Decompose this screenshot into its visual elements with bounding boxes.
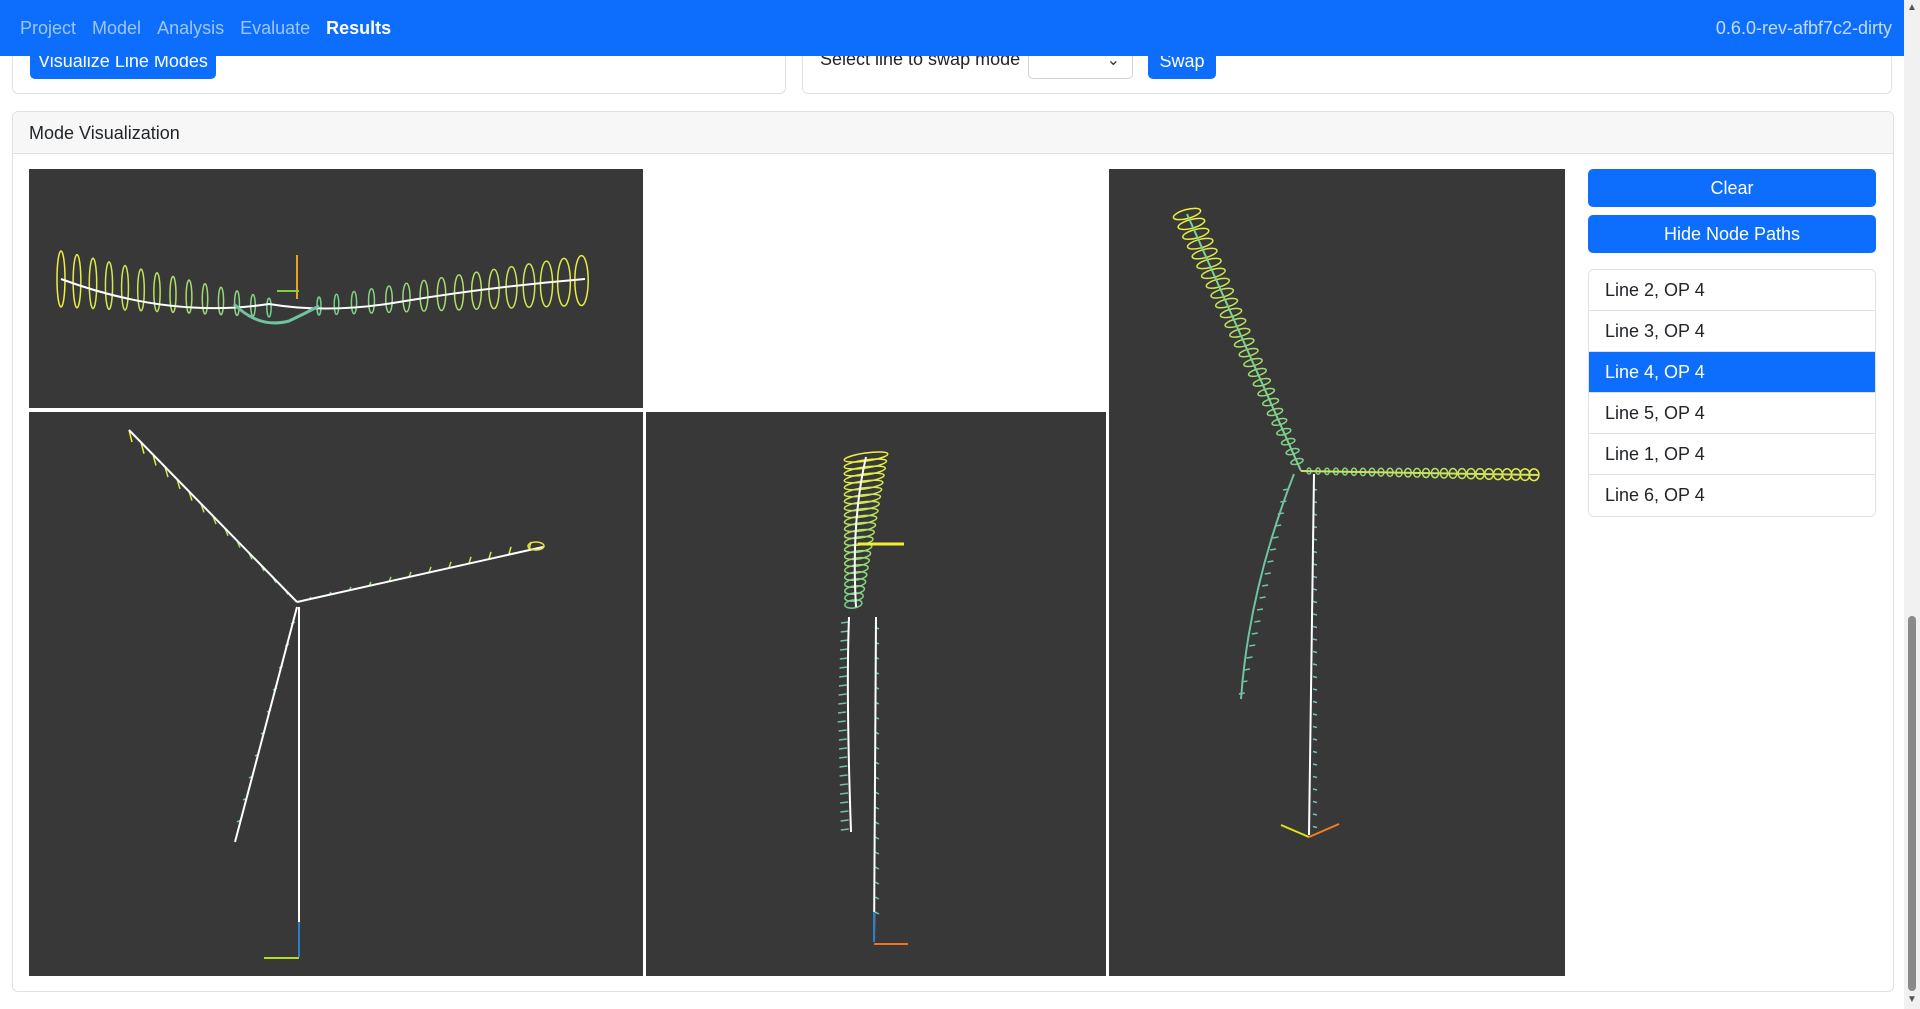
viewport-front-view[interactable] <box>29 412 643 976</box>
clear-button[interactable]: Clear <box>1588 169 1876 207</box>
hide-node-paths-button[interactable]: Hide Node Paths <box>1588 215 1876 253</box>
line-mode-item[interactable]: Line 5, OP 4 <box>1589 393 1875 434</box>
line-mode-item[interactable]: Line 1, OP 4 <box>1589 434 1875 475</box>
side-view-render <box>837 451 908 945</box>
nav-results[interactable]: Results <box>326 18 391 39</box>
mode-visualization-title: Mode Visualization <box>13 112 1893 154</box>
line-mode-list: Line 2, OP 4 Line 3, OP 4 Line 4, OP 4 L… <box>1588 269 1876 517</box>
scroll-down-arrow-icon[interactable]: ▼ <box>1907 994 1917 1005</box>
viewport-iso-view[interactable] <box>1109 169 1565 976</box>
nav-analysis[interactable]: Analysis <box>157 18 224 39</box>
iso-view-render <box>1172 207 1540 838</box>
front-view-render <box>128 429 545 959</box>
line-mode-item[interactable]: Line 2, OP 4 <box>1589 270 1875 311</box>
navbar: Project Model Analysis Evaluate Results … <box>0 0 1904 56</box>
version-label: 0.6.0-rev-afbf7c2-dirty <box>1715 18 1892 38</box>
line-mode-item[interactable]: Line 4, OP 4 <box>1589 352 1875 393</box>
line-mode-item[interactable]: Line 6, OP 4 <box>1589 475 1875 516</box>
viewport-side-view[interactable] <box>646 412 1106 976</box>
page-scrollbar[interactable]: ▲ ▼ <box>1904 0 1920 1009</box>
viewport-top-view[interactable] <box>29 169 643 408</box>
line-mode-item[interactable]: Line 3, OP 4 <box>1589 311 1875 352</box>
scroll-thumb[interactable] <box>1908 616 1916 991</box>
nav-links: Project Model Analysis Evaluate Results <box>20 0 391 56</box>
nav-model[interactable]: Model <box>92 18 141 39</box>
nav-project[interactable]: Project <box>20 18 76 39</box>
scroll-up-arrow-icon[interactable]: ▲ <box>1907 2 1917 13</box>
nav-evaluate[interactable]: Evaluate <box>240 18 310 39</box>
top-view-render <box>56 250 589 325</box>
